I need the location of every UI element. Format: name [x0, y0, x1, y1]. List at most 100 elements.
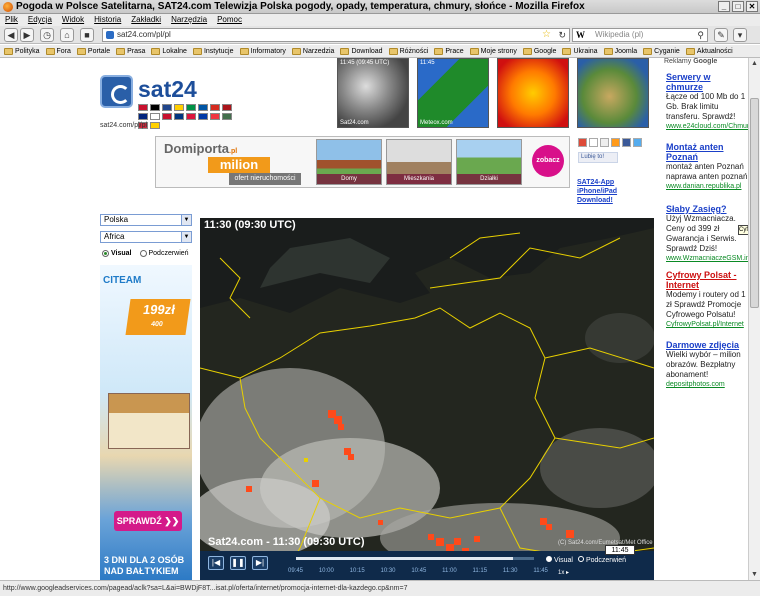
tools-menu-icon[interactable]: ▾ — [733, 28, 747, 42]
menu-help[interactable]: Pomoc — [217, 14, 242, 26]
vertical-scrollbar[interactable]: ▲ ▼ — [748, 58, 760, 580]
radio-infrared[interactable]: Podczerwień — [139, 250, 189, 257]
ad-item[interactable]: Serwery w chmurze Łącze od 100 Mb do 1 Gb… — [666, 72, 748, 132]
stop-icon[interactable]: ■ — [80, 28, 94, 42]
language-flag-icon[interactable] — [186, 104, 196, 111]
ad-item[interactable]: Słaby Zasięg? Użyj Wzmacniacza. Ceny od 3… — [666, 204, 748, 264]
app-download-link[interactable]: SAT24-App iPhone/iPad Download! — [577, 178, 617, 205]
bookmark-folder[interactable]: Aktualności — [685, 45, 733, 57]
close-button[interactable]: ✕ — [746, 1, 758, 12]
timeline-tick-label[interactable]: 10:15 — [350, 568, 365, 574]
reload-icon[interactable]: ↻ — [558, 29, 566, 41]
language-flag-icon[interactable] — [174, 113, 184, 120]
language-flag-icon[interactable] — [150, 113, 160, 120]
timeline-tick-label[interactable]: 10:00 — [319, 568, 334, 574]
bookmark-folder[interactable]: Polityka — [4, 45, 40, 57]
bookmark-folder[interactable]: Prasa — [116, 45, 145, 57]
bookmark-folder[interactable]: Ukraina — [562, 45, 598, 57]
timeline-slider[interactable]: 11:45 — [296, 545, 635, 560]
country-select[interactable]: Polska ▼ — [100, 214, 192, 226]
language-flag-icon[interactable] — [198, 104, 208, 111]
language-flag-icon[interactable] — [138, 113, 148, 120]
email-icon[interactable] — [589, 138, 598, 147]
ad-item[interactable]: Cyfrowy Polsat - Internet Modemy i router… — [666, 270, 748, 330]
bookmark-folder[interactable]: Joomla — [603, 45, 637, 57]
search-input[interactable]: W Wikipedia (pl) ⚲ — [572, 28, 708, 42]
back-button[interactable]: ◀ — [4, 28, 18, 42]
facebook-icon[interactable] — [622, 138, 631, 147]
bookmark-folder[interactable]: Instytucje — [192, 45, 234, 57]
timeline-tick-label[interactable]: 11:45 — [533, 568, 548, 574]
facebook-like-button[interactable]: Lubię to! — [578, 152, 618, 163]
scrollbar-thumb[interactable] — [750, 98, 759, 308]
timeline-tick-label[interactable]: 09:45 — [288, 568, 303, 574]
ad-item[interactable]: Darmowe zdjęcia Wielki wybór – milion obr… — [666, 340, 748, 390]
bookmark-folder[interactable]: Fora — [45, 45, 71, 57]
domiporta-banner[interactable]: Domiporta.pl milion ofert nieruchomości … — [155, 136, 570, 188]
map-radio-infrared[interactable]: Podczerwień — [577, 556, 626, 564]
timeline-tick-label[interactable]: 10:45 — [411, 568, 426, 574]
citeam-sprawdz-button[interactable]: SPRAWDŹ ❯❯ — [114, 511, 182, 531]
bookmark-folder[interactable]: Cyganie — [643, 45, 680, 57]
menu-edit[interactable]: Edycja — [28, 14, 52, 26]
menu-view[interactable]: Widok — [62, 14, 84, 26]
language-flag-icon[interactable] — [222, 104, 232, 111]
thumbnail-sat24[interactable]: 11:45 (09:45 UTC) Sat24.com — [337, 58, 409, 128]
skip-forward-button[interactable]: ▶| — [252, 556, 268, 570]
scroll-down-icon[interactable]: ▼ — [750, 570, 759, 579]
citeam-ad-banner[interactable]: CITEAM 199zł 400 SPRAWDŹ ❯❯ 3 DNI DLA 2 O… — [100, 265, 192, 580]
satellite-map[interactable]: 11:30 (09:30 UTC) Sat24.com - 11:30 (09:… — [200, 218, 654, 580]
bookmark-folder[interactable]: Prace — [434, 45, 464, 57]
language-flag-icon[interactable] — [150, 122, 160, 129]
bookmark-folder[interactable]: Portale — [76, 45, 110, 57]
region-select[interactable]: Africa ▼ — [100, 231, 192, 243]
speed-control[interactable]: 1x ▸ — [558, 569, 569, 576]
history-icon[interactable]: ◷ — [40, 28, 54, 42]
language-flag-icon[interactable] — [210, 113, 220, 120]
bookmark-folder[interactable]: Moje strony — [469, 45, 517, 57]
thumbnail-africa[interactable] — [577, 58, 649, 128]
menu-bookmarks[interactable]: Zakładki — [131, 14, 161, 26]
radio-visual[interactable]: Visual — [102, 250, 132, 257]
ad-item[interactable]: Montaż anten Poznań montaż anten Poznań n… — [666, 142, 748, 192]
addon-icon[interactable]: ✎ — [714, 28, 728, 42]
language-flag-icon[interactable] — [198, 113, 208, 120]
bookmark-folder[interactable]: Lokalne — [151, 45, 187, 57]
bookmark-star-icon[interactable]: ☆ — [542, 29, 551, 41]
site-logo-text[interactable]: sat24 — [138, 76, 197, 103]
forward-button[interactable]: ▶ — [20, 28, 34, 42]
skip-back-button[interactable]: |◀ — [208, 556, 224, 570]
language-flag-icon[interactable] — [162, 113, 172, 120]
twitter-icon[interactable] — [633, 138, 642, 147]
language-flag-icon[interactable] — [150, 104, 160, 111]
map-radio-visual[interactable]: Visual — [546, 556, 573, 564]
maximize-button[interactable]: □ — [732, 1, 744, 12]
address-bar[interactable]: sat24.com/pl/pl ☆ ↻ — [102, 28, 570, 42]
bookmark-folder[interactable]: Narzedzia — [291, 45, 334, 57]
timeline-tick-label[interactable]: 11:30 — [503, 568, 518, 574]
language-flag-icon[interactable] — [210, 104, 220, 111]
print-icon[interactable] — [600, 138, 609, 147]
bookmark-folder[interactable]: Różności — [388, 45, 428, 57]
scroll-up-icon[interactable]: ▲ — [750, 59, 759, 68]
home-icon[interactable]: ⌂ — [60, 28, 74, 42]
menu-tools[interactable]: Narzędzia — [171, 14, 207, 26]
google-plus-icon[interactable] — [578, 138, 587, 147]
thumbnail-meteox[interactable]: 11:45 Meteox.com — [417, 58, 489, 128]
search-icon[interactable]: ⚲ — [697, 29, 704, 41]
domiporta-houses[interactable]: Domy — [316, 139, 382, 185]
language-flag-icon[interactable] — [138, 104, 148, 111]
pause-button[interactable]: ❚❚ — [230, 556, 246, 570]
language-flag-icon[interactable] — [186, 113, 196, 120]
language-flag-icon[interactable] — [174, 104, 184, 111]
bookmark-folder[interactable]: Informatory — [239, 45, 286, 57]
language-flag-icon[interactable] — [222, 113, 232, 120]
bookmark-folder[interactable]: Google — [522, 45, 556, 57]
domiporta-apartments[interactable]: Mieszkania — [386, 139, 452, 185]
domiporta-zobacz-button[interactable]: zobacz — [532, 145, 564, 177]
timeline-tick-label[interactable]: 11:15 — [473, 568, 488, 574]
rss-icon[interactable] — [611, 138, 620, 147]
language-flag-icon[interactable] — [162, 104, 172, 111]
timeline-tick-label[interactable]: 11:00 — [442, 568, 457, 574]
domiporta-plots[interactable]: Działki — [456, 139, 522, 185]
